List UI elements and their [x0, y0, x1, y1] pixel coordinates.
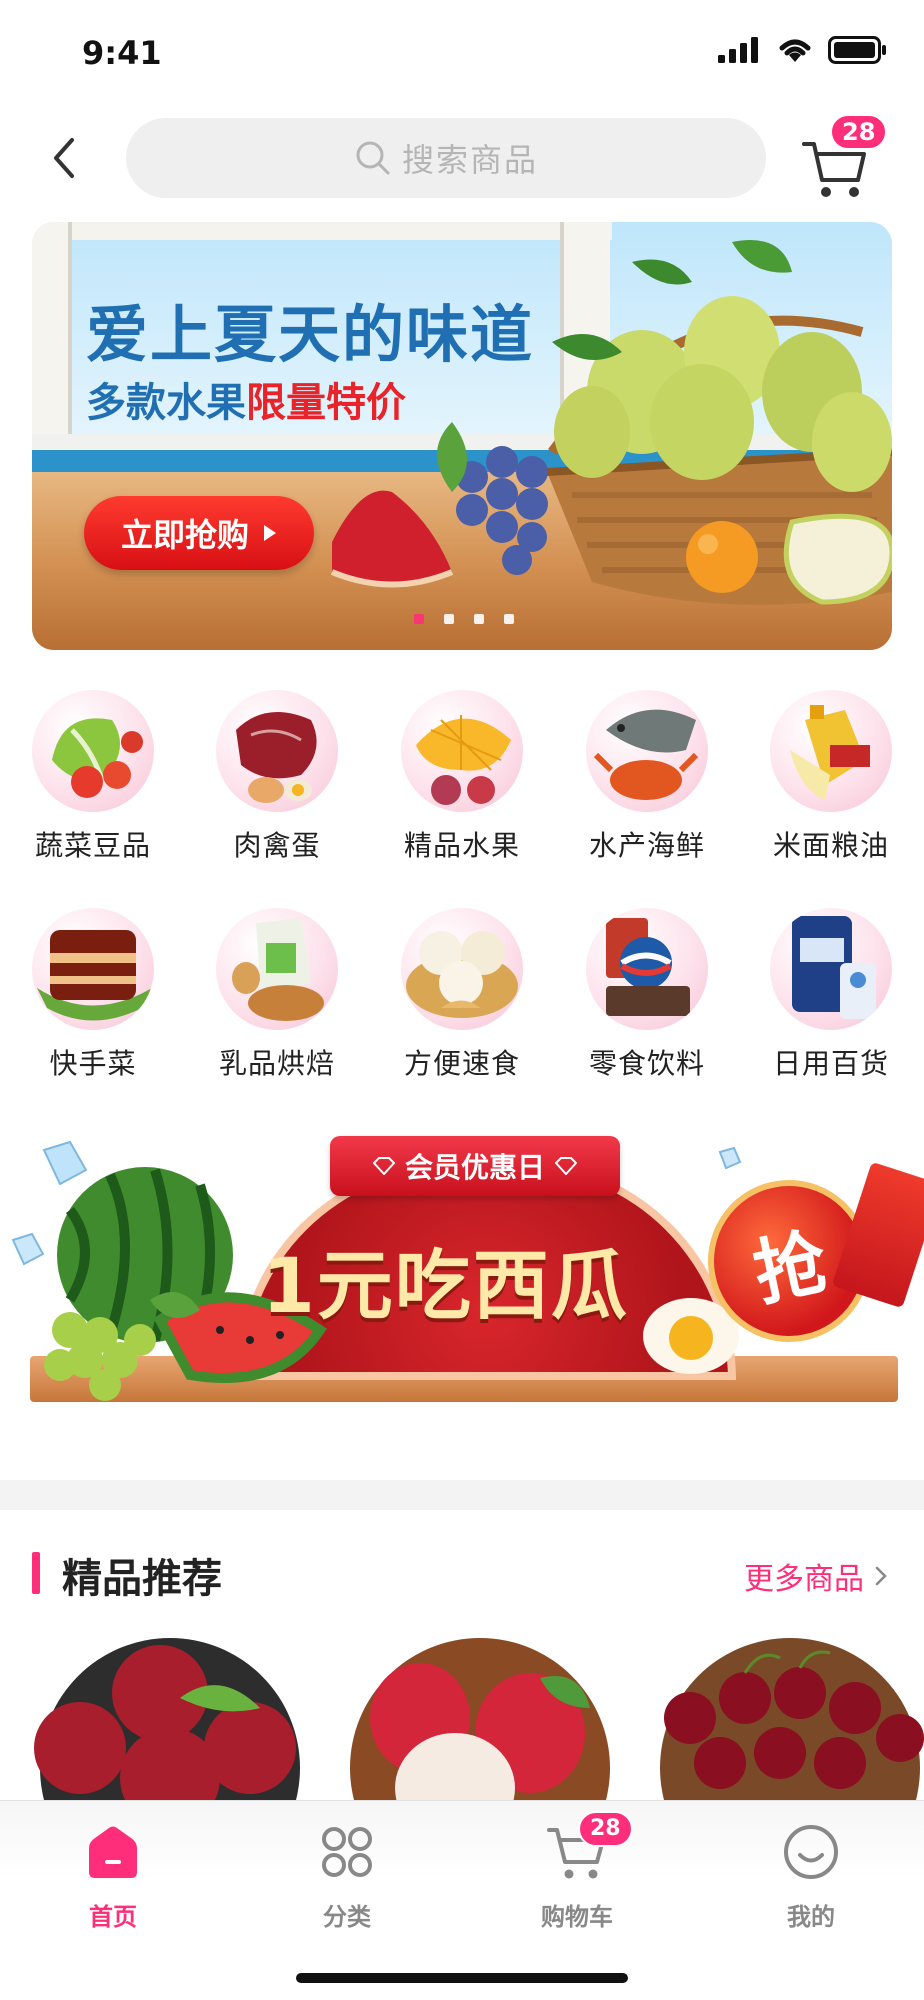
carousel-dots	[414, 614, 514, 624]
promo-headline: 1元吃西瓜	[262, 1241, 629, 1330]
promo-banner[interactable]: 爱上夏天的味道 多款水果限量特价 立即抢购	[32, 222, 892, 650]
category-meat[interactable]: 肉禽蛋	[192, 690, 362, 864]
wifi-icon	[779, 39, 811, 62]
category-snacks-drinks[interactable]: 零食饮料	[562, 908, 732, 1082]
signal-icon	[718, 37, 758, 63]
category-dairy-bakery[interactable]: 乳品烘焙	[192, 908, 362, 1082]
snacks-drinks-icon	[586, 908, 708, 1030]
section-title: 精品推荐	[62, 1556, 222, 1602]
status-icons	[718, 36, 888, 64]
product-card[interactable]	[340, 1638, 616, 1800]
member-promo-banner[interactable]: 会员优惠日 1元吃西瓜 抢	[0, 1120, 924, 1450]
grain-oil-icon	[770, 690, 892, 812]
category-daily-goods[interactable]: 日用百货	[746, 908, 916, 1082]
buy-now-button[interactable]: 立即抢购	[84, 496, 314, 570]
chevron-right-icon	[875, 1566, 887, 1586]
diamond-icon	[372, 1157, 395, 1175]
tab-category[interactable]: 分类	[272, 1815, 422, 1932]
tab-cart-badge: 28	[578, 1811, 633, 1847]
product-card[interactable]	[30, 1638, 306, 1800]
search-icon	[356, 141, 390, 175]
quick-dish-icon	[32, 908, 154, 1030]
search-input[interactable]: 搜索商品	[126, 118, 766, 198]
tab-bar: 首页 分类 28 购物车 我的	[0, 1800, 924, 2000]
cherry-product-image	[660, 1638, 924, 1800]
banner-subtitle-highlight: 限量特价	[246, 380, 406, 426]
battery-icon	[828, 36, 886, 64]
vegetables-icon	[32, 690, 154, 812]
header-cart-button[interactable]: 28	[800, 114, 890, 202]
category-label: 肉禽蛋	[233, 829, 321, 862]
profile-icon	[784, 1825, 838, 1879]
meat-icon	[216, 690, 338, 812]
instant-food-icon	[401, 908, 523, 1030]
status-bar: 9:41	[0, 0, 924, 100]
header: 搜索商品 28	[0, 112, 924, 204]
category-label: 零食饮料	[588, 1047, 705, 1080]
seafood-icon	[586, 690, 708, 812]
tab-label: 购物车	[541, 1903, 613, 1931]
tab-cart[interactable]: 28 购物车	[502, 1811, 652, 1932]
tab-home[interactable]: 首页	[38, 1815, 188, 1932]
daily-goods-icon	[770, 908, 892, 1030]
category-label: 乳品烘焙	[218, 1047, 335, 1080]
banner-subtitle: 多款水果限量特价	[86, 370, 406, 428]
back-button[interactable]	[40, 132, 88, 184]
category-label: 日用百货	[772, 1047, 889, 1080]
home-icon	[89, 1826, 137, 1878]
cart-badge: 28	[830, 114, 888, 150]
recommended-products	[0, 1630, 924, 1800]
carousel-dot[interactable]	[504, 614, 514, 624]
apple-product-image	[34, 1638, 300, 1800]
tab-label: 首页	[89, 1903, 137, 1931]
category-icon	[322, 1827, 372, 1877]
ice-cube-icon	[718, 1146, 742, 1170]
home-indicator[interactable]	[296, 1973, 628, 1983]
carousel-dot[interactable]	[474, 614, 484, 624]
more-products-label: 更多商品	[744, 1562, 864, 1597]
banner-subtitle-prefix: 多款水果	[86, 380, 246, 426]
play-triangle-icon	[264, 525, 276, 541]
diamond-icon	[555, 1157, 577, 1175]
recommended-section-header: 精品推荐 更多商品	[0, 1540, 924, 1604]
product-card[interactable]	[650, 1638, 924, 1800]
tab-label: 我的	[787, 1903, 835, 1931]
search-placeholder: 搜索商品	[401, 141, 538, 179]
category-fruit[interactable]: 精品水果	[377, 690, 547, 864]
category-label: 快手菜	[49, 1047, 137, 1080]
category-vegetables[interactable]: 蔬菜豆品	[8, 690, 178, 864]
chevron-left-icon	[54, 138, 74, 178]
section-divider	[0, 1480, 924, 1510]
status-time: 9:41	[82, 34, 162, 72]
carousel-dot[interactable]	[444, 614, 454, 624]
category-label: 蔬菜豆品	[34, 829, 151, 862]
wax-apple-product-image	[350, 1638, 610, 1800]
category-grain-oil[interactable]: 米面粮油	[746, 690, 916, 864]
buy-now-label: 立即抢购	[120, 516, 249, 554]
fruit-icon	[401, 690, 523, 812]
member-day-label: 会员优惠日	[404, 1151, 545, 1184]
category-label: 方便速食	[403, 1047, 520, 1080]
carousel-dot[interactable]	[414, 614, 424, 624]
category-label: 精品水果	[403, 829, 520, 862]
category-label: 米面粮油	[772, 829, 889, 862]
category-label: 水产海鲜	[588, 829, 705, 862]
more-products-link[interactable]: 更多商品	[744, 1554, 888, 1598]
category-quick-dish[interactable]: 快手菜	[8, 908, 178, 1082]
tab-profile[interactable]: 我的	[736, 1815, 886, 1932]
section-accent-bar	[32, 1552, 40, 1594]
tab-label: 分类	[323, 1903, 371, 1931]
category-seafood[interactable]: 水产海鲜	[562, 690, 732, 864]
banner-title: 爱上夏天的味道	[86, 298, 535, 371]
member-day-tag: 会员优惠日	[330, 1136, 620, 1196]
dairy-bakery-icon	[216, 908, 338, 1030]
category-instant-food[interactable]: 方便速食	[377, 908, 547, 1082]
